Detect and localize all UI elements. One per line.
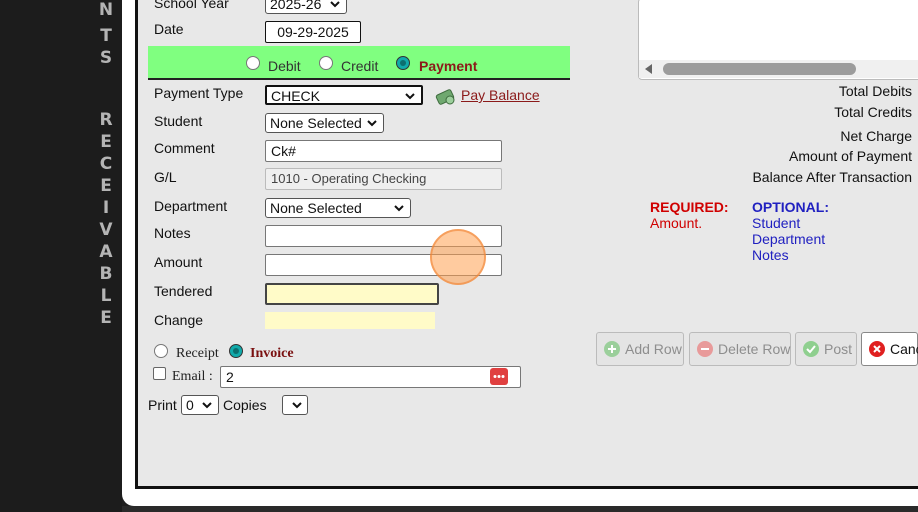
horizontal-scrollbar[interactable] [639, 60, 918, 78]
print-count-select[interactable]: 0 [181, 395, 219, 415]
student-label: Student [154, 113, 203, 129]
date-label: Date [154, 21, 184, 37]
delete-row-label: Delete Row [718, 341, 791, 357]
title-char: E [100, 132, 112, 152]
title-char: I [102, 198, 110, 218]
title-char: B [99, 264, 113, 284]
net-charge-label: Net Charge [840, 128, 912, 144]
money-icon[interactable] [435, 86, 457, 106]
department-value: None Selected [270, 200, 362, 216]
required-item: Amount. [650, 215, 703, 231]
title-char: N [98, 0, 114, 20]
payment-type-value: CHECK [271, 88, 321, 104]
pay-balance-link[interactable]: Pay Balance [461, 87, 540, 103]
vertical-section-title: N T S R E C E I V A B L E [96, 0, 116, 512]
print-count-value: 0 [186, 397, 194, 413]
title-char: E [100, 176, 112, 196]
payment-type-label: Payment Type [154, 85, 244, 101]
minus-icon [697, 341, 713, 357]
add-row-label: Add Row [625, 341, 682, 357]
title-char: L [100, 286, 112, 306]
print-label: Print [148, 397, 177, 413]
student-select[interactable]: None Selected [265, 113, 384, 133]
copies-select[interactable] [282, 395, 308, 415]
school-year-label: School Year [154, 0, 229, 11]
chevron-down-icon [290, 398, 304, 412]
department-select[interactable]: None Selected [265, 198, 411, 218]
department-label: Department [154, 198, 228, 214]
credit-radio[interactable] [319, 56, 333, 70]
balance-after-label: Balance After Transaction [752, 169, 912, 185]
change-label: Change [154, 312, 204, 328]
payment-label: Payment [419, 58, 478, 74]
total-debits-label: Total Debits [838, 83, 912, 99]
scrollbar-thumb[interactable] [663, 63, 856, 75]
gl-field[interactable]: 1010 - Operating Checking [265, 168, 502, 190]
debit-label: Debit [268, 58, 301, 74]
invoice-label: Invoice [250, 346, 294, 361]
title-char: S [99, 48, 113, 68]
gl-label: G/L [154, 169, 177, 185]
delete-row-button[interactable]: Delete Row [689, 332, 791, 366]
title-char: V [99, 220, 113, 240]
school-year-value: 2025-26 [270, 0, 322, 12]
optional-item: Notes [752, 247, 789, 263]
receipt-radio[interactable] [154, 344, 168, 358]
chevron-down-icon [403, 89, 417, 103]
scroll-left-icon[interactable] [645, 64, 652, 74]
title-char: C [99, 154, 113, 174]
email-label: Email : [172, 369, 213, 384]
tendered-label: Tendered [154, 283, 213, 299]
credit-label: Credit [341, 58, 379, 74]
background-bottom [122, 506, 918, 512]
amount-of-payment-label: Amount of Payment [789, 148, 912, 164]
receipt-label: Receipt [176, 346, 219, 361]
chevron-down-icon [365, 116, 379, 130]
title-char: T [100, 26, 112, 46]
chevron-down-icon [328, 0, 342, 11]
payment-radio[interactable] [396, 56, 410, 70]
cancel-button[interactable]: Canc [861, 332, 918, 366]
more-options-icon[interactable] [490, 368, 508, 385]
comment-label: Comment [154, 140, 215, 156]
debit-radio[interactable] [246, 56, 260, 70]
optional-item: Student [752, 215, 801, 231]
title-char: E [100, 308, 112, 328]
date-field[interactable]: 09-29-2025 [265, 21, 361, 43]
payment-type-select[interactable]: CHECK [265, 85, 423, 105]
email-field[interactable]: 2 [220, 366, 521, 388]
required-title: REQUIRED: [650, 199, 729, 215]
email-checkbox[interactable] [153, 367, 166, 380]
tendered-field[interactable] [265, 283, 439, 305]
title-char: R [99, 110, 113, 130]
check-icon [803, 341, 819, 357]
copies-label: Copies [223, 397, 267, 413]
optional-item: Department [752, 231, 826, 247]
invoice-radio[interactable] [229, 344, 243, 358]
total-credits-label: Total Credits [834, 104, 912, 120]
title-char: A [99, 242, 113, 262]
click-indicator [430, 229, 486, 285]
chevron-down-icon [392, 201, 406, 215]
chevron-down-icon [200, 398, 214, 412]
student-value: None Selected [270, 115, 362, 131]
change-field [265, 312, 435, 329]
add-row-button[interactable]: Add Row [596, 332, 684, 366]
amount-label: Amount [154, 254, 203, 270]
plus-icon [604, 341, 620, 357]
post-label: Post [824, 341, 853, 357]
post-button[interactable]: Post [795, 332, 857, 366]
notes-label: Notes [154, 225, 191, 241]
school-year-select[interactable]: 2025-26 [265, 0, 347, 14]
optional-title: OPTIONAL: [752, 199, 829, 215]
close-icon [869, 341, 885, 357]
cancel-label: Canc [890, 341, 918, 357]
comment-field[interactable]: Ck# [265, 140, 502, 162]
